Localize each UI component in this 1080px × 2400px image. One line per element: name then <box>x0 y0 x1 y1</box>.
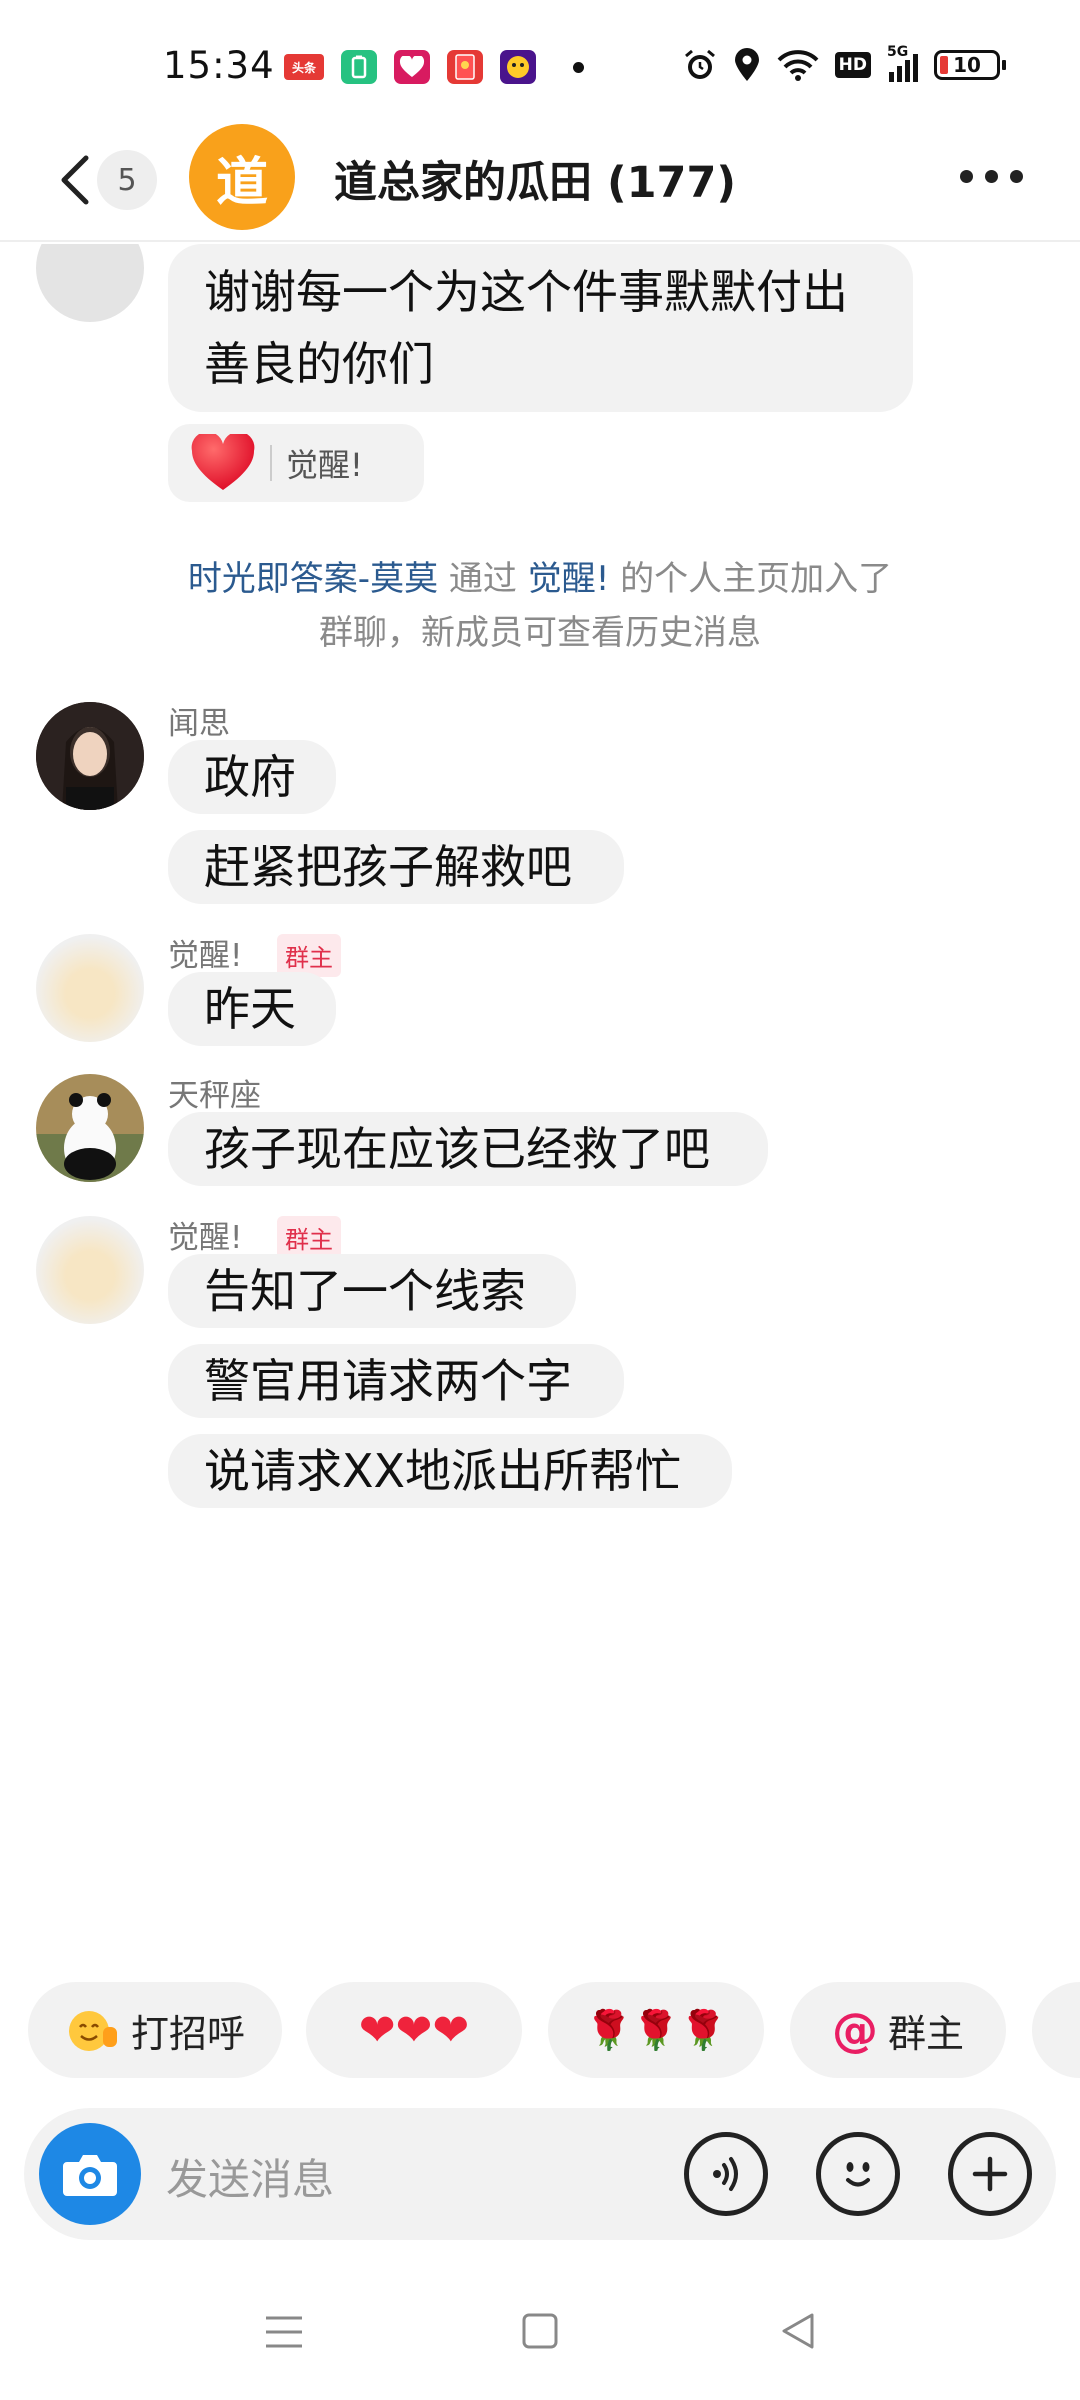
group-owner-badge: 群主 <box>277 1216 341 1259</box>
roses-emoji-icon: 🌹🌹🌹 <box>585 2007 727 2052</box>
message-text: 政府 <box>204 750 296 804</box>
message-bubble[interactable]: 谢谢每一个为这个件事默默付出 善良的你们 <box>168 244 913 412</box>
heart-icon <box>191 434 255 490</box>
more-options-icon[interactable] <box>960 170 1023 183</box>
home-nav-icon[interactable] <box>520 2310 560 2352</box>
more-notifications-dot <box>573 61 584 73</box>
voice-icon <box>713 2157 738 2191</box>
message-text: 赶紧把孩子解救吧 <box>204 840 572 894</box>
message-bubble[interactable]: 昨天 <box>168 972 336 1046</box>
system-text: 通过 <box>438 559 528 599</box>
message-text: 孩子现在应该已经救了吧 <box>204 1122 710 1176</box>
panda-avatar-icon <box>36 1074 144 1182</box>
avatar-portrait-icon <box>36 702 144 810</box>
message-bubble[interactable]: 告知了一个线索 <box>168 1254 576 1328</box>
emoji-face-icon <box>846 2162 870 2187</box>
quick-reply-roses[interactable]: 🌹🌹🌹 <box>548 1982 764 2078</box>
alarm-icon <box>684 49 715 79</box>
camera-button[interactable] <box>39 2123 141 2225</box>
status-bar: 15:34 头条 HD 5G 10 <box>0 0 1080 130</box>
chip-label: 打招呼 <box>130 2011 245 2056</box>
message-text: 警官用请求两个字 <box>204 1354 572 1408</box>
back-nav-icon[interactable] <box>778 2310 818 2352</box>
system-text: 群聊，新成员可查看历史消息 <box>319 613 761 653</box>
message-bubble[interactable]: 赶紧把孩子解救吧 <box>168 830 624 904</box>
message-text-line: 善良的你们 <box>204 337 434 391</box>
signal-icon: 5G <box>887 44 918 82</box>
status-time: 15:34 <box>163 44 275 87</box>
notification-icons: 头条 <box>284 50 584 84</box>
sender-avatar[interactable] <box>36 934 144 1042</box>
system-icons: HD 5G 10 <box>683 44 1006 82</box>
system-join-message: 时光即答案-莫莫 通过 觉醒! 的个人主页加入了 群聊，新成员可查看历史消息 <box>120 552 960 660</box>
battery-level: 10 <box>953 53 981 77</box>
quick-reply-hearts[interactable]: ❤❤❤ <box>306 1982 522 2078</box>
quick-reply-partial[interactable] <box>1032 1982 1080 2078</box>
group-title[interactable]: 道总家的瓜田 (177) <box>334 148 736 210</box>
lottery-icon <box>394 50 430 84</box>
plus-icon <box>972 2156 1008 2192</box>
sender-avatar[interactable] <box>36 244 144 322</box>
chat-messages[interactable]: 谢谢每一个为这个件事默默付出 善良的你们 觉醒! 时光即答案-莫莫 通过 觉醒!… <box>0 244 1080 1944</box>
game-app-icon <box>500 50 536 84</box>
quick-reply-at-owner[interactable]: @ 群主 <box>790 1982 1006 2078</box>
sender-avatar[interactable] <box>36 702 144 810</box>
sender-name[interactable]: 闻思 <box>168 698 230 743</box>
message-text: 昨天 <box>204 982 296 1036</box>
network-type: 5G <box>887 44 909 60</box>
unread-count-badge[interactable]: 5 <box>97 150 157 210</box>
menu-nav-icon[interactable] <box>262 2312 306 2352</box>
plus-button[interactable] <box>948 2132 1032 2216</box>
message-text: 说请求XX地派出所帮忙 <box>204 1444 682 1498</box>
system-text: 的个人主页加入了 <box>609 559 893 599</box>
at-icon: @ <box>831 2003 878 2057</box>
sender-name[interactable]: 觉醒! <box>168 930 242 975</box>
message-bubble[interactable]: 警官用请求两个字 <box>168 1344 624 1418</box>
back-chevron-icon[interactable] <box>52 150 102 210</box>
inviter-link[interactable]: 觉醒! <box>528 559 610 599</box>
camera-icon <box>63 2155 117 2196</box>
emoji-button[interactable] <box>816 2132 900 2216</box>
message-input[interactable]: 发送消息 <box>166 2146 334 2207</box>
hd-icon: HD <box>834 52 871 78</box>
sender-avatar[interactable] <box>36 1216 144 1324</box>
voice-button[interactable] <box>684 2132 768 2216</box>
toutiao-icon: 头条 <box>284 54 324 80</box>
chat-header: 5 道 道总家的瓜田 (177) <box>0 120 1080 242</box>
hearts-emoji-icon: ❤❤❤ <box>358 2004 470 2056</box>
reaction-user: 觉醒! <box>286 446 363 484</box>
red-packet-icon <box>447 50 483 84</box>
sender-name[interactable]: 觉醒! <box>168 1212 242 1257</box>
quick-reply-row: 打招呼 ❤❤❤ 🌹🌹🌹 @ 群主 <box>28 1982 1080 2078</box>
message-bubble[interactable]: 说请求XX地派出所帮忙 <box>168 1434 732 1508</box>
quick-reply-greet[interactable]: 打招呼 <box>28 1982 282 2078</box>
message-bubble[interactable]: 政府 <box>168 740 336 814</box>
sender-name[interactable]: 天秤座 <box>168 1070 261 1115</box>
group-avatar[interactable]: 道 <box>189 124 295 230</box>
location-icon <box>734 48 759 81</box>
message-bubble[interactable]: 孩子现在应该已经救了吧 <box>168 1112 768 1186</box>
message-input-bar: 发送消息 <box>24 2108 1056 2240</box>
wifi-icon <box>777 50 819 81</box>
message-text: 告知了一个线索 <box>204 1264 526 1318</box>
message-text-line: 谢谢每一个为这个件事默默付出 <box>204 265 848 319</box>
battery-icon: 10 <box>934 50 1006 80</box>
reaction-divider <box>270 445 272 481</box>
chip-label: 群主 <box>887 2011 964 2056</box>
joined-user-link[interactable]: 时光即答案-莫莫 <box>188 559 438 599</box>
wave-emoji-icon <box>68 2011 117 2051</box>
reaction-chip[interactable]: 觉醒! <box>168 424 424 502</box>
sender-avatar[interactable] <box>36 1074 144 1182</box>
group-owner-badge: 群主 <box>277 934 341 977</box>
system-nav-bar <box>0 2280 1080 2400</box>
battery-app-icon <box>341 50 377 84</box>
